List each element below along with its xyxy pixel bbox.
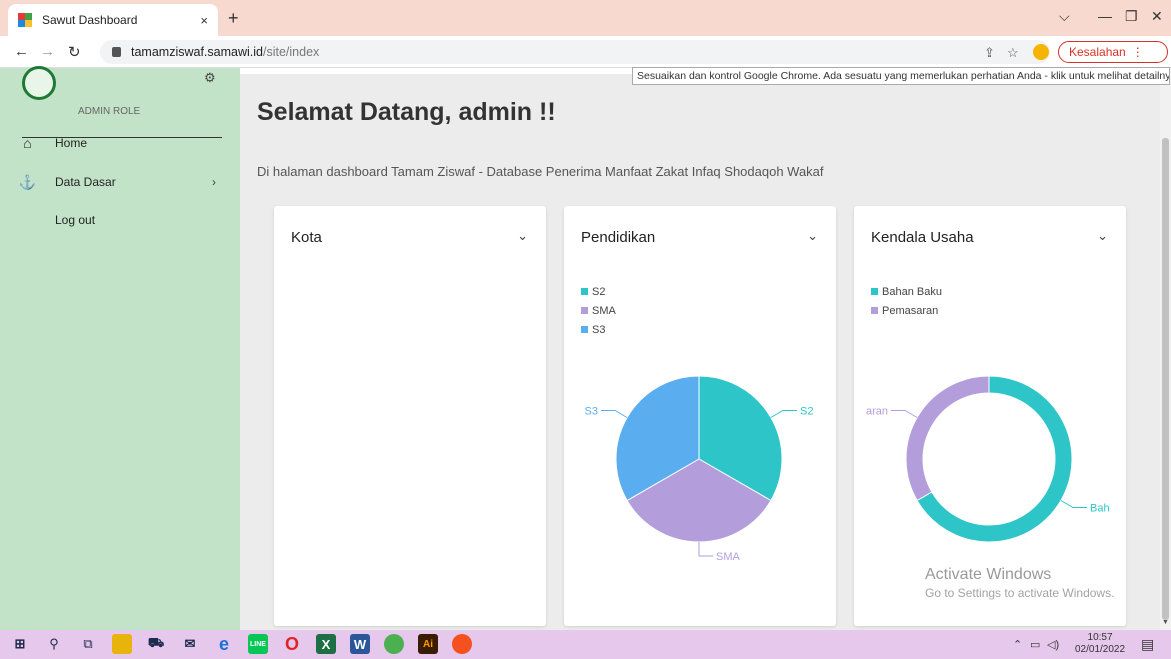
- slice-label: SMA: [716, 551, 741, 563]
- windows-start-icon[interactable]: ⊞: [10, 634, 30, 654]
- chrome-icon[interactable]: [384, 634, 404, 654]
- task-view-icon[interactable]: ⧉: [78, 634, 98, 654]
- bookmark-star-icon[interactable]: ☆: [1007, 45, 1019, 61]
- search-icon[interactable]: ⚲: [44, 634, 64, 654]
- logo: [22, 66, 56, 100]
- scroll-down-icon[interactable]: ▼: [1162, 619, 1169, 626]
- restore-icon[interactable]: ❐: [1125, 8, 1138, 25]
- url-field[interactable]: tamamziswaf.samawi.id/site/index: [100, 40, 1050, 64]
- legend-label[interactable]: Bahan Baku: [882, 286, 942, 298]
- label-leader-line: [770, 410, 798, 418]
- error-label: Kesalahan: [1069, 45, 1126, 59]
- chevron-down-icon[interactable]: ⌄: [517, 228, 528, 244]
- activation-watermark-text: Go to Settings to activate Windows.: [925, 586, 1115, 600]
- legend-swatch[interactable]: [581, 307, 588, 314]
- scroll-thumb[interactable]: [1162, 138, 1169, 620]
- system-clock[interactable]: 10:57 02/01/2022: [1075, 632, 1125, 656]
- card-kendala-usaha: Kendala Usaha ⌄ Bahan Baku Pemasaran Bah ar…: [854, 206, 1126, 626]
- kendala-usaha-donut-chart: Bahan Baku Pemasaran Bah aran: [866, 286, 1110, 543]
- store-icon[interactable]: ⛟: [146, 634, 166, 654]
- sidebar-item-label: Log out: [55, 213, 96, 227]
- opera-icon[interactable]: O: [282, 634, 302, 654]
- legend-swatch[interactable]: [871, 307, 878, 314]
- illustrator-icon[interactable]: Ai: [418, 634, 438, 654]
- line-app-icon[interactable]: LINE: [248, 634, 268, 654]
- mail-icon[interactable]: ✉: [180, 634, 200, 654]
- tray-chevron-icon[interactable]: ⌃: [1013, 638, 1022, 651]
- activation-watermark-title: Activate Windows: [925, 566, 1052, 583]
- sidebar-item-label: Home: [55, 136, 88, 150]
- sidebar-item-data-dasar[interactable]: ⚓ Data Dasar ›: [0, 170, 240, 194]
- pendidikan-pie-chart: S2 SMA S3 S2 SMA S3: [581, 286, 813, 563]
- minimize-icon[interactable]: —: [1098, 8, 1112, 24]
- slice-label: aran: [866, 406, 888, 418]
- new-tab-button[interactable]: +: [228, 8, 239, 29]
- legend-label[interactable]: S3: [592, 324, 605, 336]
- slice-label: S3: [585, 406, 598, 418]
- close-window-icon[interactable]: ✕: [1151, 8, 1163, 25]
- card-kota: Kota ⌄: [274, 206, 546, 626]
- excel-icon[interactable]: X: [316, 634, 336, 654]
- page-subtitle: Di halaman dashboard Tamam Ziswaf - Data…: [257, 164, 824, 179]
- more-menu-icon: ⋮: [1131, 45, 1144, 59]
- chrome-tooltip: Sesuaikan dan kontrol Google Chrome. Ada…: [632, 67, 1170, 85]
- share-icon[interactable]: ⇪: [984, 45, 995, 61]
- anchor-icon: ⚓: [18, 173, 37, 190]
- tab-title: Sawut Dashboard: [42, 13, 138, 27]
- back-icon[interactable]: ←: [14, 43, 29, 60]
- volume-icon[interactable]: ◁): [1047, 638, 1059, 651]
- clock-time: 10:57: [1087, 632, 1113, 643]
- legend-swatch[interactable]: [871, 288, 878, 295]
- clock-date: 02/01/2022: [1075, 644, 1126, 655]
- legend-label[interactable]: S2: [592, 286, 605, 298]
- reload-icon[interactable]: ↻: [68, 43, 81, 61]
- forward-icon[interactable]: →: [40, 43, 55, 60]
- word-icon[interactable]: W: [350, 634, 370, 654]
- url-path: /site/index: [262, 45, 320, 59]
- browser-tab-bar: Sawut Dashboard × + ⌵ — ❐ ✕: [0, 0, 1171, 36]
- chrome-active-icon[interactable]: [452, 634, 472, 654]
- sidebar-item-home[interactable]: ⌂ Home: [0, 131, 240, 155]
- sidebar: ADMIN ROLE ⚙ ⌂ Home ⚓ Data Dasar › Log o…: [0, 66, 240, 630]
- card-pendidikan: Pendidikan ⌄ S2 SMA S3 S2 SMA S3: [564, 206, 836, 626]
- label-leader-line: [1060, 500, 1088, 508]
- card-title: Kota: [291, 229, 322, 246]
- label-leader-line: [600, 410, 628, 418]
- tab-search-icon[interactable]: ⌵: [1059, 8, 1070, 25]
- address-bar: ← → ↻ tamamziswaf.samawi.id/site/index ⇪…: [0, 36, 1171, 68]
- lock-icon: [112, 47, 121, 57]
- slice-label: Bah: [1090, 503, 1110, 515]
- notification-icon[interactable]: ▤: [1141, 636, 1154, 653]
- sidebar-item-label: Data Dasar: [55, 175, 116, 189]
- label-leader-line: [890, 410, 918, 418]
- user-role: ADMIN ROLE: [78, 106, 141, 117]
- legend-label[interactable]: SMA: [592, 305, 617, 317]
- edge-icon[interactable]: e: [214, 634, 234, 654]
- gear-icon[interactable]: ⚙: [204, 70, 216, 86]
- tab-close-icon[interactable]: ×: [200, 13, 208, 28]
- favicon-icon: [18, 13, 32, 27]
- chevron-right-icon: ›: [212, 175, 216, 189]
- page-scrollbar[interactable]: ▲ ▼: [1160, 68, 1171, 630]
- slice-label: S2: [800, 406, 813, 418]
- legend-label[interactable]: Pemasaran: [882, 305, 938, 317]
- legend-swatch[interactable]: [581, 288, 588, 295]
- label-leader-line: [698, 542, 713, 557]
- browser-tab[interactable]: Sawut Dashboard ×: [8, 4, 218, 36]
- home-icon: ⌂: [23, 135, 32, 151]
- windows-taskbar: ⊞ ⚲ ⧉ ⛟ ✉ e LINE O X W Ai ⌃ ▭ ◁) 10:57 0…: [0, 630, 1171, 659]
- profile-avatar[interactable]: [1033, 44, 1049, 60]
- url-host: tamamziswaf.samawi.id: [131, 45, 263, 59]
- page-title: Selamat Datang, admin !!: [257, 98, 556, 126]
- main-content: Selamat Datang, admin !! Di halaman dash…: [240, 68, 1160, 630]
- file-explorer-icon[interactable]: [112, 634, 132, 654]
- battery-icon[interactable]: ▭: [1030, 638, 1040, 651]
- sidebar-item-logout[interactable]: Log out: [0, 208, 240, 232]
- pie-slice[interactable]: [905, 375, 990, 502]
- legend-swatch[interactable]: [581, 326, 588, 333]
- chrome-error-button[interactable]: Kesalahan ⋮: [1058, 41, 1168, 63]
